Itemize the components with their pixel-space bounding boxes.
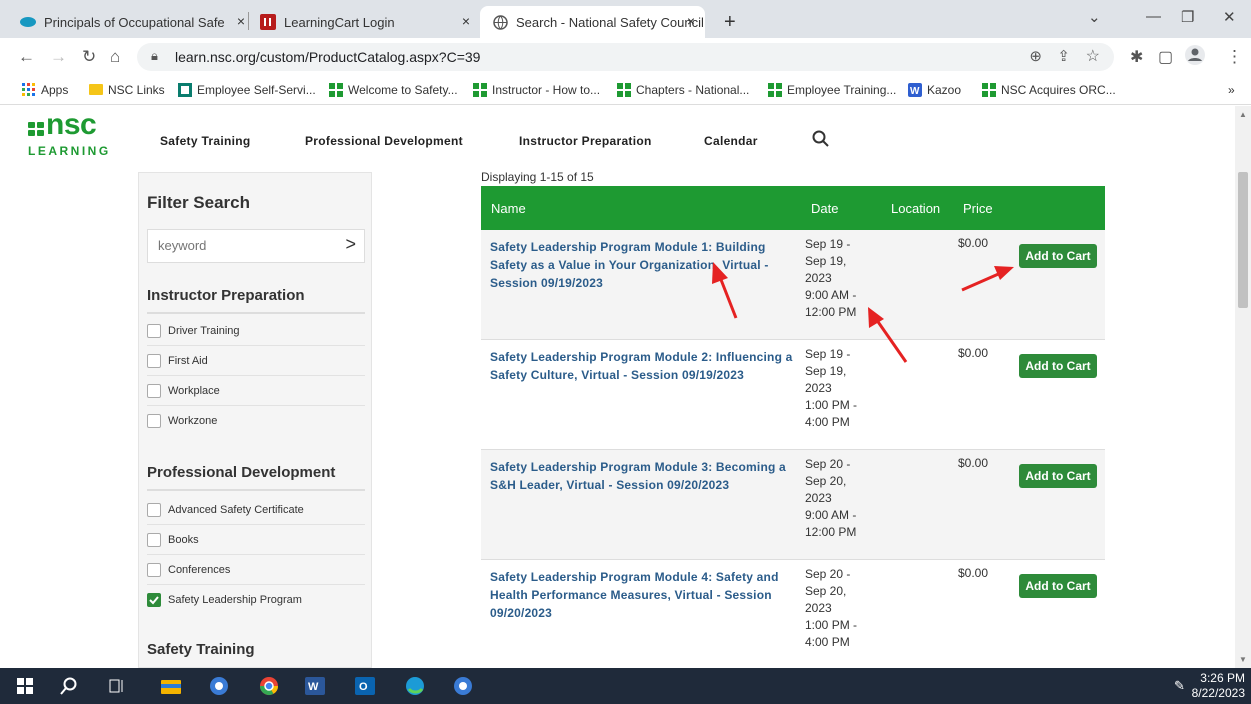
- url-text: learn.nsc.org/custom/ProductCatalog.aspx…: [175, 49, 481, 65]
- bookmark-employee-training[interactable]: Employee Training...: [768, 83, 896, 97]
- bookmark-chapters[interactable]: Chapters - National...: [617, 83, 749, 97]
- bookmark-nsc-acquires[interactable]: NSC Acquires ORC...: [982, 83, 1116, 97]
- svg-text:W: W: [910, 86, 920, 97]
- tab-divider: [248, 12, 249, 30]
- forward-icon[interactable]: →: [50, 47, 67, 67]
- chrome-icon[interactable]: [258, 675, 280, 697]
- taskbar-clock[interactable]: 3:26 PM 8/22/2023: [1192, 671, 1245, 701]
- minimize-icon[interactable]: —: [1146, 8, 1161, 25]
- bookmark-label: Welcome to Safety...: [348, 83, 458, 97]
- svg-text:O: O: [359, 681, 368, 693]
- close-tab-icon[interactable]: ×: [237, 13, 245, 29]
- outlook-icon[interactable]: O: [354, 675, 376, 697]
- tab-search-nsc[interactable]: Search - National Safety Council ×: [480, 6, 705, 38]
- windows-taskbar: W O ✎ 3:26 PM 8/22/2023: [0, 668, 1251, 704]
- bookmark-label: Kazoo: [927, 83, 962, 97]
- nsc-icon: [982, 83, 996, 97]
- annotation-arrows: [712, 262, 1014, 363]
- bookmark-star-icon[interactable]: ☆: [1086, 46, 1100, 66]
- scrollbar-thumb[interactable]: [1238, 172, 1248, 308]
- tab-learningcart-login[interactable]: LearningCart Login ×: [260, 6, 480, 38]
- bookmark-employee-self-service[interactable]: Employee Self-Servi...: [178, 83, 316, 97]
- side-panel-icon[interactable]: ▢: [1158, 47, 1173, 67]
- annotation-arrow: [868, 307, 908, 363]
- clock-time: 3:26 PM: [1200, 671, 1245, 685]
- bookmark-welcome-safety[interactable]: Welcome to Safety...: [329, 83, 458, 97]
- extensions-puzzle-icon[interactable]: ✱: [1130, 47, 1143, 67]
- tab-title: LearningCart Login: [284, 14, 395, 30]
- tab-occupational-safety[interactable]: Principals of Occupational Safety ×: [20, 6, 255, 38]
- lock-icon: 🔒︎: [151, 48, 158, 63]
- bookmark-instructor[interactable]: Instructor - How to...: [473, 83, 600, 97]
- apps-grid-icon: [22, 83, 36, 97]
- bookmark-label: Employee Training...: [787, 83, 897, 97]
- annotation-arrow: [712, 262, 738, 319]
- clock-date: 8/22/2023: [1191, 686, 1245, 700]
- bookmark-label: NSC Links: [108, 83, 165, 97]
- salesforce-cloud-icon: [20, 14, 36, 30]
- zoom-icon[interactable]: ⊕: [1029, 47, 1042, 65]
- file-explorer-icon[interactable]: [160, 675, 182, 697]
- svg-text:W: W: [308, 681, 319, 693]
- address-bar[interactable]: 🔒︎ learn.nsc.org/custom/ProductCatalog.a…: [137, 43, 1114, 71]
- employee-self-service-icon: [178, 83, 192, 97]
- bookmark-kazoo[interactable]: W Kazoo: [908, 83, 961, 97]
- browser-tab-bar: Principals of Occupational Safety × Lear…: [0, 0, 1251, 38]
- nsc-icon: [768, 83, 782, 97]
- scroll-up-icon[interactable]: ▲: [1239, 110, 1247, 119]
- tab-title: Search - National Safety Council: [516, 14, 704, 30]
- edge-icon[interactable]: [404, 675, 426, 697]
- task-view-icon[interactable]: [106, 675, 128, 697]
- home-icon[interactable]: ⌂: [110, 47, 120, 67]
- learningcart-icon: [260, 14, 276, 30]
- nsc-icon: [617, 83, 631, 97]
- globe-icon: [492, 14, 508, 30]
- reload-icon[interactable]: ↻: [82, 47, 96, 67]
- share-icon[interactable]: ⇪: [1057, 47, 1070, 65]
- tab-search-chevron-icon[interactable]: ⌄: [1088, 8, 1101, 26]
- close-window-icon[interactable]: ✕: [1223, 8, 1236, 26]
- bookmark-label: Instructor - How to...: [492, 83, 601, 97]
- folder-icon: [89, 83, 103, 97]
- windows-start-icon[interactable]: [14, 675, 36, 697]
- app-icon[interactable]: [452, 675, 474, 697]
- word-icon[interactable]: W: [304, 675, 326, 697]
- page-scrollbar[interactable]: ▲ ▼: [1235, 106, 1251, 668]
- scroll-down-icon[interactable]: ▼: [1239, 655, 1247, 664]
- nsc-icon: [329, 83, 343, 97]
- annotation-arrow: [961, 266, 1014, 292]
- bookmark-label: Chapters - National...: [636, 83, 750, 97]
- bookmark-apps[interactable]: Apps: [22, 83, 68, 97]
- search-icon[interactable]: [58, 675, 80, 697]
- new-tab-button[interactable]: +: [724, 6, 744, 38]
- close-tab-icon[interactable]: ×: [687, 13, 695, 29]
- bookmark-label: Employee Self-Servi...: [197, 83, 316, 97]
- pen-icon[interactable]: ✎: [1174, 678, 1185, 694]
- close-tab-icon[interactable]: ×: [462, 13, 470, 29]
- bookmark-label: Apps: [41, 83, 69, 97]
- nsc-icon: [473, 83, 487, 97]
- bookmarks-bar: Apps NSC Links Employee Self-Servi... We…: [0, 75, 1251, 105]
- restore-window-icon[interactable]: ❐: [1181, 8, 1194, 26]
- browser-toolbar: ← → ↻ ⌂ 🔒︎ learn.nsc.org/custom/ProductC…: [0, 38, 1251, 75]
- menu-kebab-icon[interactable]: ⋮: [1226, 47, 1243, 67]
- web-page: nsc LEARNING Safety Training Professiona…: [0, 106, 1235, 668]
- bookmark-label: NSC Acquires ORC...: [1001, 83, 1116, 97]
- back-icon[interactable]: ←: [18, 47, 35, 67]
- bookmarks-overflow[interactable]: »: [1228, 83, 1235, 97]
- bookmark-nsc-links[interactable]: NSC Links: [89, 83, 165, 97]
- app-icon[interactable]: [208, 675, 230, 697]
- tab-title: Principals of Occupational Safety: [44, 14, 224, 30]
- kazoo-icon: W: [908, 83, 922, 97]
- profile-avatar-icon[interactable]: [1184, 44, 1206, 71]
